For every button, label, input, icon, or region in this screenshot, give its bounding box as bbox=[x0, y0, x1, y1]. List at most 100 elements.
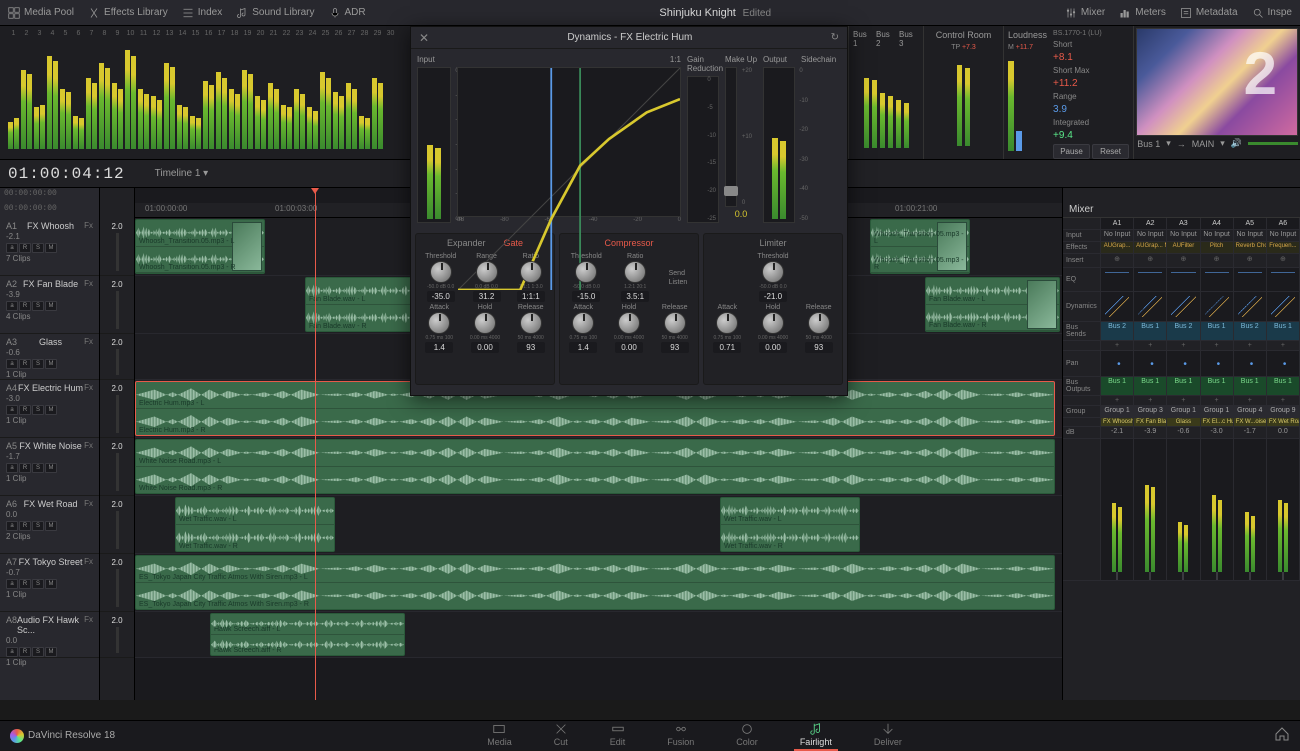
lim-release-knob[interactable] bbox=[808, 312, 830, 334]
mixer-cell[interactable]: No Input bbox=[1234, 230, 1267, 242]
mixer-fader[interactable] bbox=[1267, 439, 1300, 581]
gate-threshold-knob[interactable] bbox=[430, 261, 452, 283]
mixer-fader[interactable] bbox=[1201, 439, 1234, 581]
mixer-cell[interactable] bbox=[1201, 254, 1234, 268]
track-header[interactable]: A3GlassFx -0.6 aRSM 1 Clip bbox=[0, 334, 99, 380]
mixer-cell[interactable]: 0.0 bbox=[1267, 427, 1300, 439]
mixer-cell[interactable] bbox=[1167, 292, 1200, 322]
mixer-cell[interactable]: Group 1 bbox=[1101, 406, 1134, 418]
mixer-cell[interactable]: + bbox=[1234, 396, 1267, 406]
track-lane[interactable]: White Noise Road.mp3 - LWhite Noise Road… bbox=[135, 438, 1062, 496]
track-lane[interactable]: Hawk Screech.aiff - LHawk Screech.aiff -… bbox=[135, 612, 1062, 658]
mixer-fader[interactable] bbox=[1234, 439, 1267, 581]
mixer-cell[interactable] bbox=[1167, 351, 1200, 377]
dynamics-graph[interactable] bbox=[457, 67, 681, 217]
mixer-cell[interactable] bbox=[1234, 351, 1267, 377]
mixer-cell[interactable] bbox=[1267, 254, 1300, 268]
mixer-cell[interactable]: Bus 1 bbox=[1167, 377, 1200, 396]
sound-library-button[interactable]: Sound Library bbox=[236, 7, 314, 19]
mixer-cell[interactable]: AUGrap... Multiba... bbox=[1134, 242, 1167, 254]
mixer-cell[interactable]: + bbox=[1267, 396, 1300, 406]
track-lane[interactable]: Wet Traffic.wav - LWet Traffic.wav - R We… bbox=[135, 496, 1062, 554]
meters-button[interactable]: Meters bbox=[1119, 7, 1166, 19]
loudness-pause-button[interactable]: Pause bbox=[1053, 144, 1090, 159]
effects-library-button[interactable]: Effects Library bbox=[88, 7, 168, 19]
track-header[interactable]: A1FX WhooshFx -2.1 aRSM 7 Clips bbox=[0, 218, 99, 276]
mixer-cell[interactable]: AUGrap... bbox=[1101, 242, 1134, 254]
mixer-cell[interactable] bbox=[1234, 268, 1267, 292]
mixer-cell[interactable]: Bus 1 bbox=[1267, 377, 1300, 396]
audio-clip[interactable]: Wet Traffic.wav - LWet Traffic.wav - R bbox=[175, 497, 335, 552]
metadata-button[interactable]: Metadata bbox=[1180, 7, 1238, 19]
lim-threshold-knob[interactable] bbox=[762, 261, 784, 283]
mixer-cell[interactable]: No Input bbox=[1201, 230, 1234, 242]
mixer-cell[interactable]: Bus 1 bbox=[1234, 377, 1267, 396]
makeup-slider[interactable]: +20+100 bbox=[725, 67, 737, 207]
mixer-cell[interactable] bbox=[1134, 292, 1167, 322]
comp-attack-knob[interactable] bbox=[572, 312, 594, 334]
app-logo[interactable]: DaVinci Resolve 18 bbox=[10, 729, 115, 743]
audio-clip[interactable]: White Noise Road.mp3 - LWhite Noise Road… bbox=[135, 439, 1055, 494]
mixer-cell[interactable] bbox=[1234, 254, 1267, 268]
monitor-main-dropdown[interactable]: MAIN bbox=[1192, 139, 1215, 149]
edit-page-tab[interactable]: Edit bbox=[604, 720, 632, 751]
mixer-cell[interactable]: Bus 1 bbox=[1201, 377, 1234, 396]
mixer-cell[interactable] bbox=[1101, 292, 1134, 322]
color-page-tab[interactable]: Color bbox=[730, 720, 764, 751]
mixer-cell[interactable]: + bbox=[1167, 341, 1200, 351]
track-header[interactable]: A2FX Fan BladeFx -3.9 aRSM 4 Clips bbox=[0, 276, 99, 334]
deliver-page-tab[interactable]: Deliver bbox=[868, 720, 908, 751]
mixer-cell[interactable] bbox=[1167, 254, 1200, 268]
mixer-cell[interactable]: + bbox=[1167, 396, 1200, 406]
gate-range-knob[interactable] bbox=[476, 261, 498, 283]
mixer-cell[interactable]: No Input bbox=[1101, 230, 1134, 242]
mixer-cell[interactable] bbox=[1101, 254, 1134, 268]
inspector-button[interactable]: Inspe bbox=[1252, 7, 1292, 19]
audio-clip[interactable]: Fan Blade.wav - LFan Blade.wav - R bbox=[925, 277, 1060, 332]
mixer-cell[interactable] bbox=[1201, 351, 1234, 377]
gate-release-knob[interactable] bbox=[520, 312, 542, 334]
mixer-cell[interactable]: + bbox=[1134, 396, 1167, 406]
adr-button[interactable]: ADR bbox=[329, 7, 366, 19]
mixer-cell[interactable]: Group 9 bbox=[1267, 406, 1300, 418]
track-header[interactable]: A4FX Electric HumFx -3.0 aRSM 1 Clip bbox=[0, 380, 99, 438]
audio-clip[interactable]: Wet Traffic.wav - LWet Traffic.wav - R bbox=[720, 497, 860, 552]
mixer-cell[interactable]: Bus 1 bbox=[1201, 322, 1234, 341]
mixer-cell[interactable]: Group 3 bbox=[1134, 406, 1167, 418]
mixer-button[interactable]: Mixer bbox=[1065, 7, 1105, 19]
track-header[interactable]: A7FX Tokyo StreetFx -0.7 aRSM 1 Clip bbox=[0, 554, 99, 612]
mixer-cell[interactable]: Group 4 bbox=[1234, 406, 1267, 418]
mixer-cell[interactable]: + bbox=[1234, 341, 1267, 351]
comp-hold-knob[interactable] bbox=[618, 312, 640, 334]
mixer-cell[interactable]: + bbox=[1134, 341, 1167, 351]
mixer-cell[interactable]: Group 1 bbox=[1167, 406, 1200, 418]
mixer-cell[interactable]: -0.6 bbox=[1167, 427, 1200, 439]
mixer-cell[interactable]: -3.9 bbox=[1134, 427, 1167, 439]
speaker-icon[interactable]: 🔊 bbox=[1231, 138, 1242, 149]
mixer-cell[interactable] bbox=[1101, 268, 1134, 292]
mixer-cell[interactable] bbox=[1201, 292, 1234, 322]
mixer-cell[interactable] bbox=[1134, 351, 1167, 377]
track-lane[interactable]: ES_Tokyo Japan City Traffic Atmos With S… bbox=[135, 554, 1062, 612]
mixer-cell[interactable]: -1.7 bbox=[1234, 427, 1267, 439]
mixer-cell[interactable]: -3.0 bbox=[1201, 427, 1234, 439]
mixer-cell[interactable]: Group 1 bbox=[1201, 406, 1234, 418]
lim-hold-knob[interactable] bbox=[762, 312, 784, 334]
timeline-dropdown[interactable]: Timeline 1 ▾ bbox=[155, 168, 209, 179]
cut-page-tab[interactable]: Cut bbox=[548, 720, 574, 751]
audio-clip[interactable]: Whoosh_Transition.05.mp3 - LWhoosh_Trans… bbox=[135, 219, 265, 274]
media-page-tab[interactable]: Media bbox=[481, 720, 518, 751]
mixer-cell[interactable] bbox=[1234, 292, 1267, 322]
gate-ratio-knob[interactable] bbox=[520, 261, 542, 283]
home-icon[interactable] bbox=[1274, 726, 1290, 745]
track-header[interactable]: A8Audio FX Hawk Sc...Fx 0.0 aRSM 1 Clip bbox=[0, 612, 99, 658]
mixer-cell[interactable]: Pitch bbox=[1201, 242, 1234, 254]
fairlight-page-tab[interactable]: Fairlight bbox=[794, 720, 838, 751]
mixer-fader[interactable] bbox=[1167, 439, 1200, 581]
mixer-cell[interactable]: + bbox=[1101, 396, 1134, 406]
mixer-cell[interactable]: Bus 1 bbox=[1101, 377, 1134, 396]
mixer-cell[interactable]: Bus 1 bbox=[1134, 377, 1167, 396]
mixer-cell[interactable]: + bbox=[1201, 396, 1234, 406]
gate-attack-knob[interactable] bbox=[428, 312, 450, 334]
volume-slider[interactable] bbox=[1248, 142, 1298, 145]
